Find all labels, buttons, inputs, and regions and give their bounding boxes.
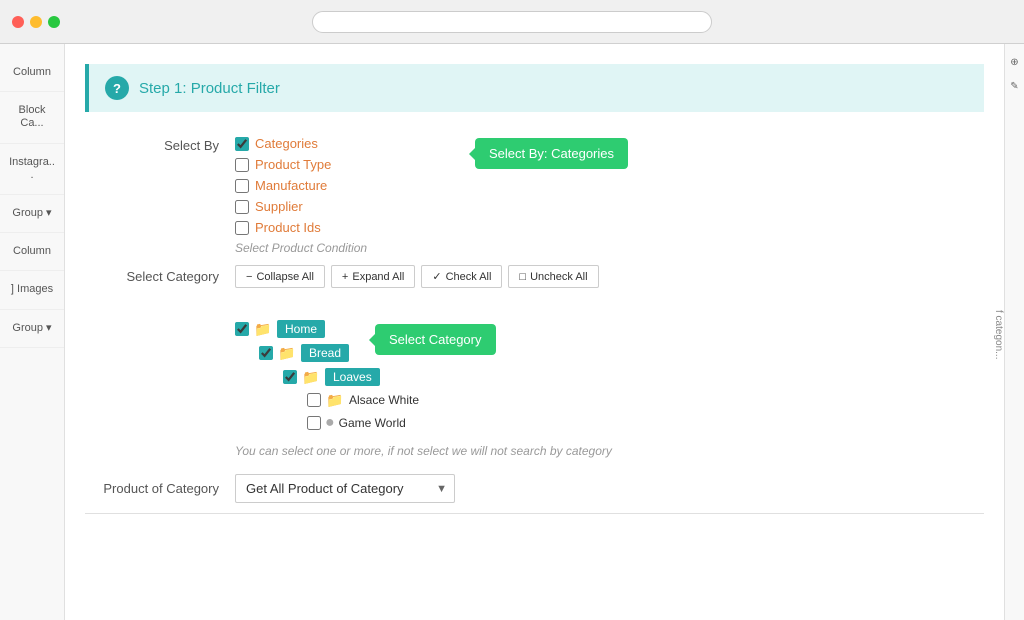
uncheck-icon: □: [519, 271, 526, 283]
step-header: ? Step 1: Product Filter: [85, 64, 984, 112]
checkbox-producttype[interactable]: [235, 158, 249, 172]
window-chrome: [0, 0, 1024, 44]
bottom-divider: [85, 513, 984, 514]
sidebar-item-group1[interactable]: Group ▾: [0, 195, 64, 233]
main-layout: Column Block Ca... Instagra... Group ▾ C…: [0, 44, 1024, 620]
sidebar-item-blockca[interactable]: Block Ca...: [0, 92, 64, 143]
sidebar-item-instagram[interactable]: Instagra...: [0, 144, 64, 195]
product-of-category-select[interactable]: Get All Product of Category Get Direct P…: [235, 474, 455, 503]
select-category-row: Select Category − Collapse All + Expand …: [85, 265, 984, 288]
expand-icon: +: [342, 271, 348, 283]
check-icon: ✓: [432, 270, 441, 283]
tree-label-alsace[interactable]: Alsace White: [349, 393, 419, 407]
checkbox-gameworld[interactable]: [307, 416, 321, 430]
checkbox-categories[interactable]: [235, 137, 249, 151]
checkbox-supplier[interactable]: [235, 200, 249, 214]
checkbox-bread[interactable]: [259, 346, 273, 360]
folder-alsace-icon: 📁: [325, 392, 345, 408]
select-by-tooltip-text: Select By: Categories: [489, 146, 614, 161]
checkbox-supplier-row: Supplier: [235, 199, 984, 214]
right-sidebar-label: f categon...: [993, 310, 1004, 359]
check-label: Check All: [446, 271, 492, 283]
tree-item-bread: 📁 Bread: [259, 344, 984, 362]
close-button[interactable]: [12, 16, 24, 28]
select-by-label: Select By: [85, 136, 235, 153]
product-of-category-select-wrapper: Get All Product of Category Get Direct P…: [235, 474, 455, 503]
checkbox-productids-label[interactable]: Product Ids: [255, 220, 321, 235]
folder-bread-icon: 📁: [277, 345, 297, 361]
tree-label-bread[interactable]: Bread: [301, 344, 349, 362]
traffic-lights: [12, 16, 60, 28]
tree-item-gameworld: ● Game World: [307, 414, 984, 432]
collapse-icon: −: [246, 271, 252, 283]
checkbox-categories-label[interactable]: Categories: [255, 136, 318, 151]
step-title: Step 1: Product Filter: [139, 80, 280, 97]
uncheck-all-button[interactable]: □ Uncheck All: [508, 265, 598, 288]
sidebar-item-column2[interactable]: Column: [0, 233, 64, 271]
folder-loaves-icon: 📁: [301, 369, 321, 385]
sidebar-item-group2[interactable]: Group ▾: [0, 310, 64, 348]
checkbox-productids[interactable]: [235, 221, 249, 235]
uncheck-label: Uncheck All: [530, 271, 587, 283]
checkbox-supplier-label[interactable]: Supplier: [255, 199, 303, 214]
minimize-button[interactable]: [30, 16, 42, 28]
left-sidebar: Column Block Ca... Instagra... Group ▾ C…: [0, 44, 65, 620]
checkbox-manufacture-label[interactable]: Manufacture: [255, 178, 327, 193]
select-by-section: Select By Categories Product Type Manufa…: [85, 136, 984, 255]
expand-label: Expand All: [352, 271, 404, 283]
checkbox-producttype-label[interactable]: Product Type: [255, 157, 331, 172]
product-of-category-row: Product of Category Get All Product of C…: [85, 474, 984, 503]
category-buttons: − Collapse All + Expand All ✓ Check All …: [235, 265, 599, 288]
category-hint-text: You can select one or more, if not selec…: [235, 444, 984, 458]
category-tree: Select Category 📁 Home 📁 Bread 📁 Loave: [235, 320, 984, 432]
pencil-icon[interactable]: ✎: [1007, 78, 1023, 94]
sidebar-item-column1[interactable]: Column: [0, 54, 64, 92]
select-by-tooltip: Select By: Categories: [475, 138, 628, 169]
product-condition-text: Select Product Condition: [235, 241, 984, 255]
checkbox-manufacture[interactable]: [235, 179, 249, 193]
step-icon: ?: [105, 76, 129, 100]
tree-label-loaves[interactable]: Loaves: [325, 368, 380, 386]
tree-item-alsace: 📁 Alsace White: [307, 392, 984, 408]
checkbox-home[interactable]: [235, 322, 249, 336]
select-category-tooltip: Select Category: [375, 324, 496, 355]
select-category-section: Select Category − Collapse All + Expand …: [85, 265, 984, 458]
checkbox-loaves[interactable]: [283, 370, 297, 384]
right-sidebar: ⊕ ✎ f categon...: [1004, 44, 1024, 620]
checkbox-manufacture-row: Manufacture: [235, 178, 984, 193]
tree-label-gameworld[interactable]: Game World: [339, 416, 406, 430]
address-bar[interactable]: [312, 11, 712, 33]
sidebar-item-images[interactable]: ] Images: [0, 271, 64, 309]
select-category-label: Select Category: [85, 269, 235, 284]
content-area: ? Step 1: Product Filter Select By Categ…: [65, 44, 1004, 620]
folder-home-icon: 📁: [253, 321, 273, 337]
checkbox-alsace[interactable]: [307, 393, 321, 407]
collapse-all-button[interactable]: − Collapse All: [235, 265, 325, 288]
checkbox-productids-row: Product Ids: [235, 220, 984, 235]
plus-circle-icon[interactable]: ⊕: [1007, 54, 1023, 70]
collapse-label: Collapse All: [256, 271, 313, 283]
tree-item-loaves: 📁 Loaves: [283, 368, 984, 386]
dot-gameworld-icon: ●: [325, 414, 335, 432]
select-by-row: Select By Categories Product Type Manufa…: [85, 136, 984, 255]
expand-all-button[interactable]: + Expand All: [331, 265, 415, 288]
product-of-category-label: Product of Category: [85, 481, 235, 496]
tree-label-home[interactable]: Home: [277, 320, 325, 338]
step-icon-char: ?: [113, 81, 121, 96]
select-category-tooltip-text: Select Category: [389, 332, 482, 347]
check-all-button[interactable]: ✓ Check All: [421, 265, 502, 288]
tree-item-home: 📁 Home: [235, 320, 984, 338]
maximize-button[interactable]: [48, 16, 60, 28]
